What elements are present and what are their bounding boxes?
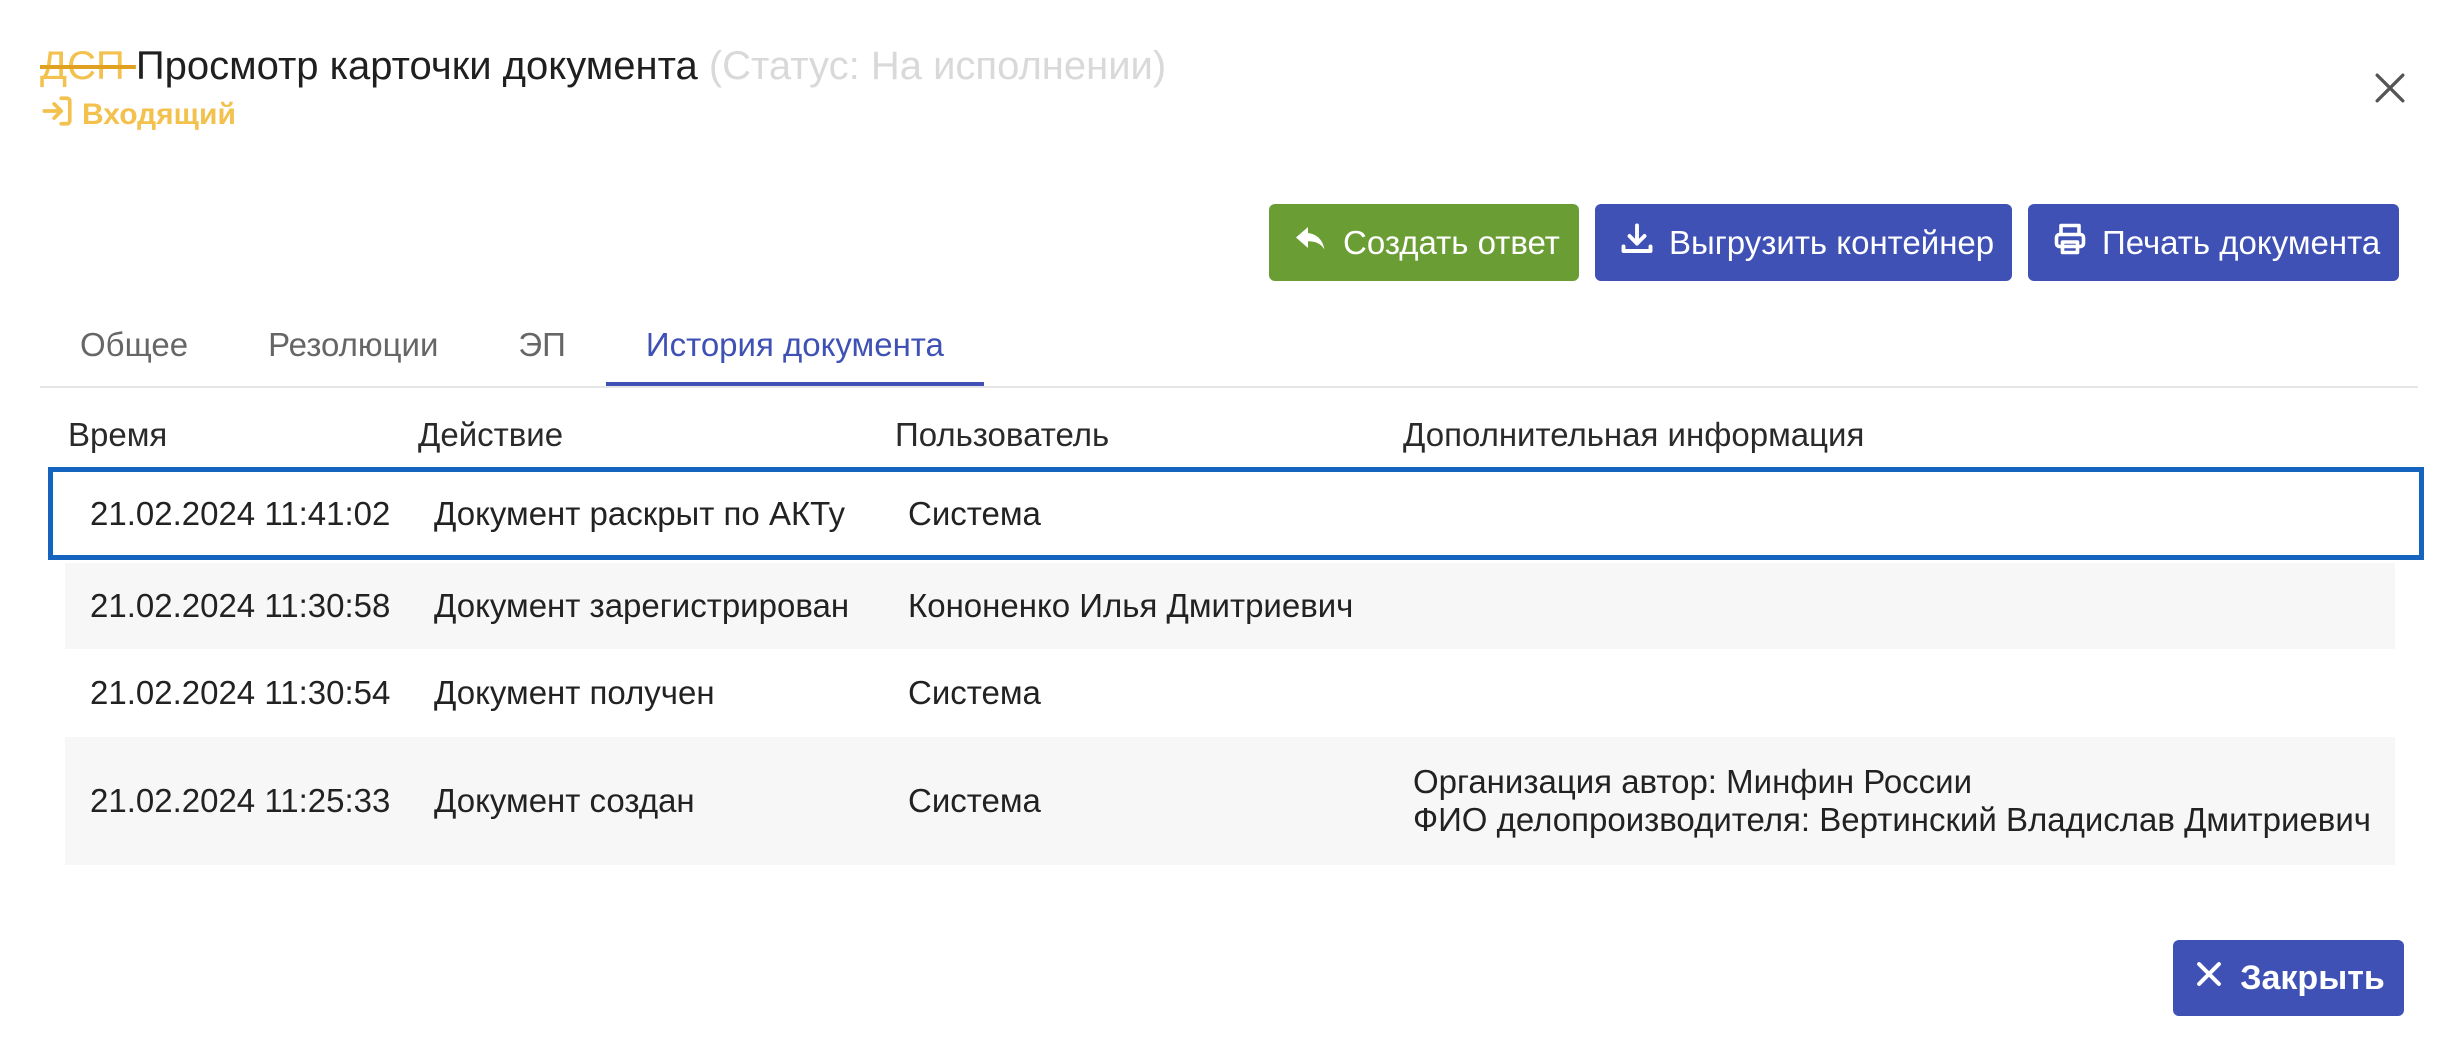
tab-general[interactable]: Общее (40, 316, 228, 384)
cell-action: Документ получен (434, 674, 715, 711)
printer-icon (2052, 221, 2088, 265)
column-header-info: Дополнительная информация (1403, 416, 1865, 453)
tab-resolutions[interactable]: Резолюции (228, 316, 478, 384)
dialog-title: ДСП Просмотр карточки документа (Статус:… (40, 40, 1166, 92)
table-row-selected[interactable]: 21.02.2024 11:41:02 Документ раскрыт по … (48, 467, 2424, 560)
cell-info: Организация автор: Минфин России ФИО дел… (1391, 763, 2395, 839)
print-document-button[interactable]: Печать документа (2028, 204, 2399, 281)
cell-action: Документ раскрыт по АКТу (434, 494, 845, 532)
column-header-action: Действие (418, 416, 564, 453)
tab-document-history[interactable]: История документа (605, 316, 984, 386)
create-reply-button[interactable]: Создать ответ (1269, 204, 1579, 281)
dialog-header: ДСП Просмотр карточки документа (Статус:… (40, 40, 1166, 136)
cell-time: 21.02.2024 11:30:54 (90, 674, 391, 711)
cell-user: Система (908, 494, 1041, 532)
reply-icon (1293, 221, 1329, 265)
close-button[interactable]: Закрыть (2173, 940, 2404, 1016)
tab-signatures[interactable]: ЭП (478, 316, 605, 384)
cell-time: 21.02.2024 11:30:58 (90, 587, 391, 624)
cell-action: Документ зарегистрирован (434, 587, 850, 624)
dsp-marker: ДСП (40, 44, 136, 88)
close-icon[interactable] (2368, 66, 2412, 110)
export-container-button[interactable]: Выгрузить контейнер (1595, 204, 2012, 281)
cell-user: Система (908, 782, 1041, 819)
download-icon (1619, 221, 1655, 265)
incoming-label: Входящий (82, 98, 236, 131)
info-line-clerk: ФИО делопроизводителя: Вертинский Владис… (1413, 801, 2371, 838)
table-row[interactable]: 21.02.2024 11:30:54 Документ получен Сис… (65, 649, 2395, 737)
cell-time: 21.02.2024 11:41:02 (90, 494, 391, 532)
table-header: Время Действие Пользователь Дополнительн… (65, 410, 2395, 460)
print-document-label: Печать документа (2102, 223, 2381, 261)
tab-bar: Общее Резолюции ЭП История документа (40, 316, 2418, 388)
incoming-badge: Входящий (40, 94, 1166, 136)
cell-action: Документ создан (434, 782, 695, 819)
page-title: Просмотр карточки документа (135, 44, 698, 88)
table-row[interactable]: 21.02.2024 11:25:33 Документ создан Сист… (65, 737, 2395, 865)
cell-user: Система (908, 674, 1041, 711)
cell-time: 21.02.2024 11:25:33 (90, 782, 391, 819)
info-line-author-org: Организация автор: Минфин России (1413, 763, 1973, 800)
status-text: (Статус: На исполнении) (708, 44, 1167, 88)
history-table: Время Действие Пользователь Дополнительн… (48, 410, 2424, 865)
sign-in-icon (40, 94, 74, 136)
close-icon (2192, 957, 2226, 1000)
close-button-label: Закрыть (2240, 958, 2385, 997)
column-header-user: Пользователь (895, 416, 1110, 453)
column-header-time: Время (68, 416, 168, 453)
action-toolbar: Создать ответ Выгрузить контейнер Печать… (1269, 204, 2399, 281)
cell-user: Кононенко Илья Дмитриевич (908, 587, 1354, 624)
create-reply-label: Создать ответ (1343, 223, 1560, 261)
table-row[interactable]: 21.02.2024 11:30:58 Документ зарегистрир… (65, 563, 2395, 649)
export-container-label: Выгрузить контейнер (1669, 223, 1995, 261)
